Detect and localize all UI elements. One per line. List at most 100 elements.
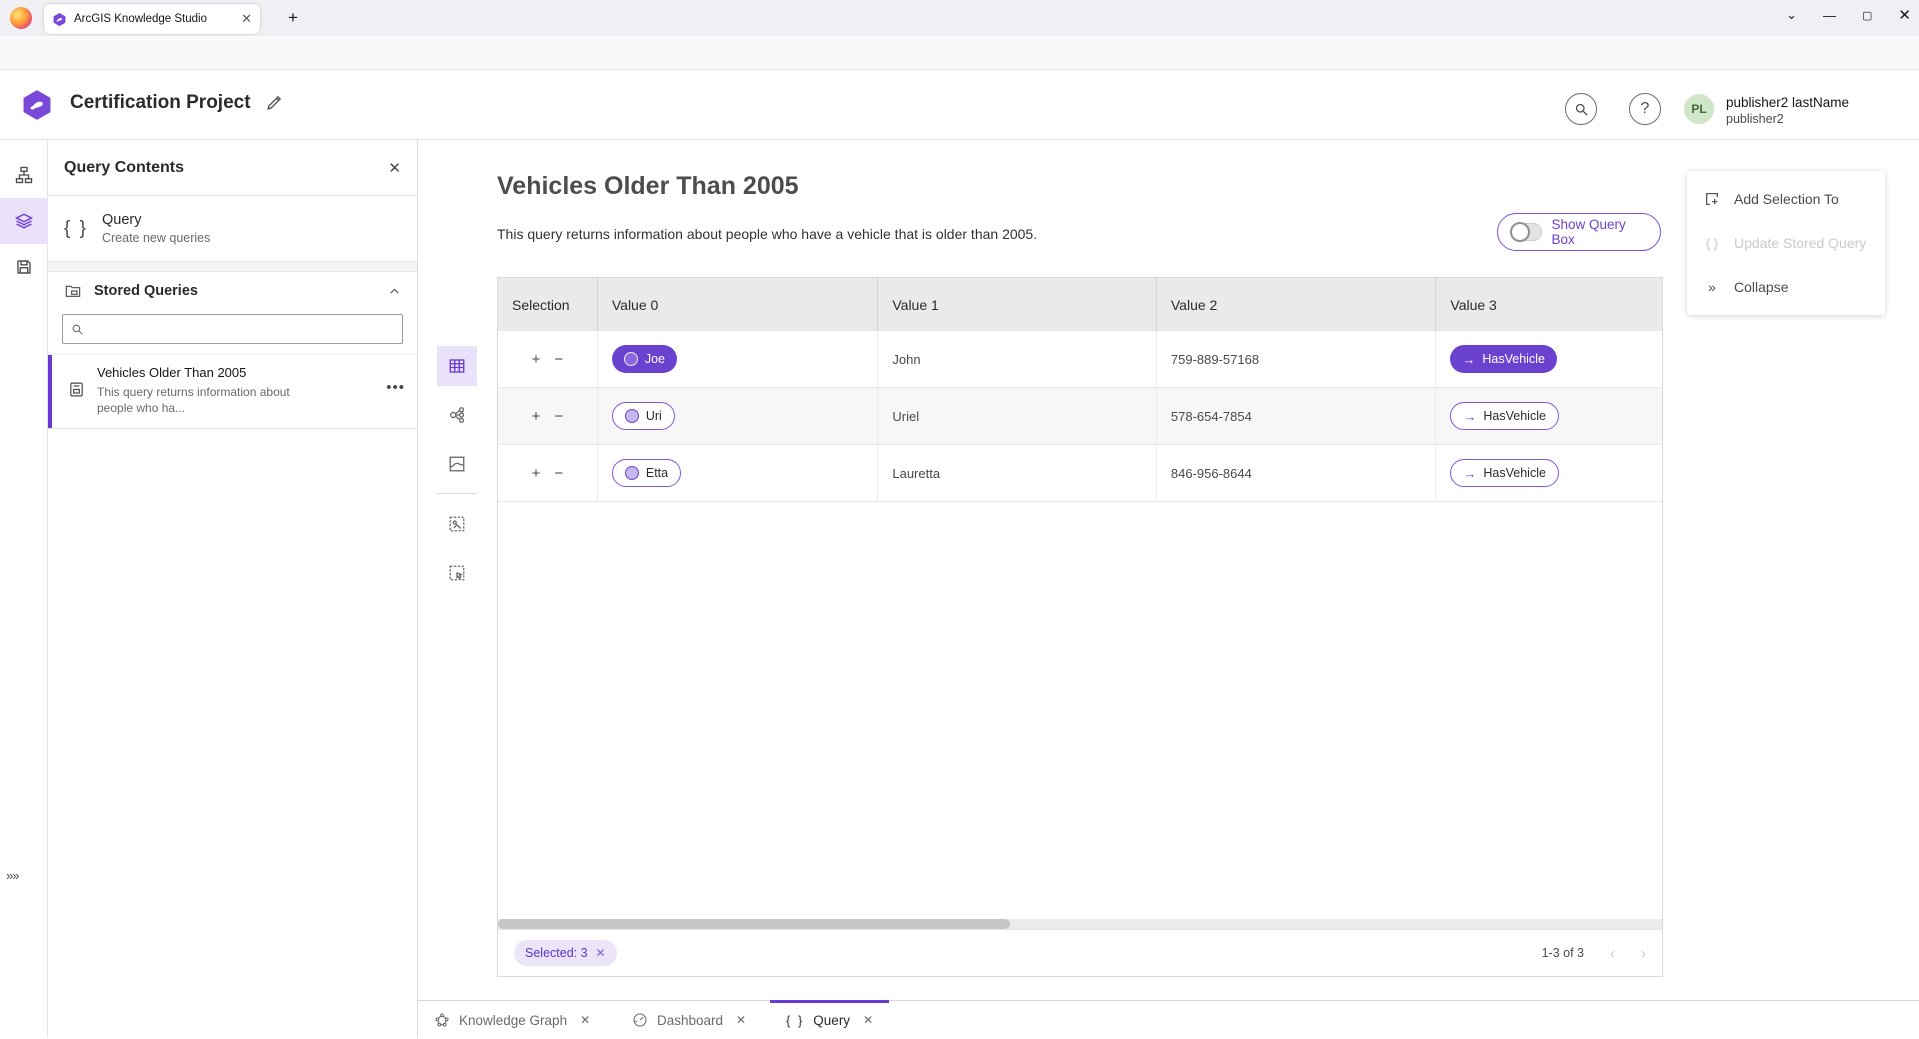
- firefox-icon[interactable]: [10, 7, 32, 29]
- entity-pill[interactable]: Etta: [612, 459, 681, 487]
- stored-queries-search-input[interactable]: [90, 322, 394, 337]
- query-item-title: Query: [102, 212, 210, 228]
- app-header: Certification Project ? PL publisher2 la…: [0, 70, 1919, 140]
- expand-rail-icon[interactable]: »»: [6, 868, 18, 883]
- user-name-block[interactable]: publisher2 lastName publisher2: [1726, 95, 1849, 127]
- cell-value[interactable]: 846-956-8644: [1157, 445, 1437, 501]
- stored-queries-header[interactable]: Stored Queries: [48, 272, 417, 310]
- show-query-box-toggle[interactable]: Show Query Box: [1497, 213, 1661, 251]
- clear-selection-icon[interactable]: ✕: [596, 946, 606, 960]
- view-toolbar: [437, 346, 477, 602]
- panel-close-icon[interactable]: ✕: [388, 159, 401, 177]
- selection-tools-button[interactable]: [437, 553, 477, 593]
- horizontal-scrollbar[interactable]: [498, 919, 1662, 929]
- column-header[interactable]: Value 2: [1157, 278, 1437, 331]
- sidebar-item-contents-tree[interactable]: [0, 152, 48, 198]
- add-selection-icon[interactable]: +: [532, 351, 541, 368]
- query-title: Vehicles Older Than 2005: [497, 172, 799, 201]
- table-footer: Selected: 3✕ 1-3 of 3 ‹ ›: [498, 929, 1662, 976]
- column-header[interactable]: Value 0: [598, 278, 879, 331]
- remove-selection-icon[interactable]: −: [554, 408, 563, 425]
- table-row[interactable]: +− Joe John 759-889-57168 →HasVehicle: [498, 331, 1662, 388]
- tab-close-icon[interactable]: ✕: [736, 1013, 746, 1027]
- stored-queries-title: Stored Queries: [94, 283, 376, 299]
- search-button[interactable]: [1565, 93, 1597, 125]
- stored-query-options-icon[interactable]: •••: [386, 379, 405, 396]
- table-view-button[interactable]: [437, 346, 477, 386]
- sidebar-item-layers[interactable]: [0, 198, 48, 244]
- project-title: Certification Project: [70, 92, 251, 114]
- braces-icon: { }: [1703, 236, 1721, 251]
- tab-dashboard[interactable]: Dashboard✕: [632, 1001, 746, 1039]
- tab-close-icon[interactable]: ✕: [241, 11, 252, 27]
- stored-query-doc-icon: [68, 381, 85, 398]
- cell-value[interactable]: Uriel: [878, 388, 1157, 444]
- table-row[interactable]: +− Uri Uriel 578-654-7854 →HasVehicle: [498, 388, 1662, 445]
- results-table: Selection Value 0 Value 1 Value 2 Value …: [497, 277, 1663, 977]
- sidebar-item-save[interactable]: [0, 244, 48, 290]
- tab-close-icon[interactable]: ✕: [863, 1013, 873, 1027]
- menu-item-update-stored-query[interactable]: { } Update Stored Query: [1687, 221, 1885, 265]
- layers-icon: [15, 212, 33, 230]
- toggle-knob[interactable]: [1510, 222, 1530, 242]
- braces-icon: { }: [64, 218, 88, 240]
- column-header[interactable]: Selection: [498, 278, 598, 331]
- tab-close-icon[interactable]: ✕: [580, 1013, 590, 1027]
- entity-dot-icon: [624, 352, 638, 366]
- panel-title: Query Contents: [64, 159, 388, 177]
- chevron-up-icon[interactable]: [388, 285, 401, 298]
- show-query-box-label: Show Query Box: [1551, 217, 1648, 247]
- entity-dot-icon: [625, 409, 639, 423]
- menu-item-add-selection-to[interactable]: Add Selection To: [1687, 177, 1885, 221]
- menu-item-collapse[interactable]: » Collapse: [1687, 265, 1885, 309]
- query-contents-panel: Query Contents ✕ { } Query Create new qu…: [48, 140, 418, 1038]
- new-tab-icon[interactable]: +: [288, 8, 298, 28]
- help-button[interactable]: ?: [1629, 93, 1661, 125]
- relationship-pill[interactable]: →HasVehicle: [1450, 402, 1559, 430]
- column-header[interactable]: Value 1: [878, 278, 1157, 331]
- context-menu: Add Selection To { } Update Stored Query…: [1687, 171, 1885, 315]
- toggle-track[interactable]: [1510, 223, 1542, 241]
- page-next-icon[interactable]: ›: [1641, 945, 1646, 962]
- cell-value[interactable]: 578-654-7854: [1157, 388, 1437, 444]
- map-view-button[interactable]: [437, 444, 477, 484]
- add-to-map-icon: [448, 515, 466, 533]
- link-nodes-icon: [448, 406, 466, 424]
- remove-selection-icon[interactable]: −: [554, 465, 563, 482]
- table-row[interactable]: +− Etta Lauretta 846-956-8644 →HasVehicl…: [498, 445, 1662, 502]
- add-selection-icon[interactable]: +: [532, 408, 541, 425]
- window-close-icon[interactable]: ✕: [1898, 6, 1911, 24]
- entity-pill[interactable]: Joe: [612, 345, 677, 373]
- query-create-item[interactable]: { } Query Create new queries: [48, 196, 417, 262]
- tab-query[interactable]: { } Query✕: [786, 1001, 873, 1039]
- user-name: publisher2 lastName: [1726, 95, 1849, 111]
- edit-pencil-icon[interactable]: [266, 94, 283, 111]
- add-selection-icon[interactable]: +: [532, 465, 541, 482]
- window-maximize-icon[interactable]: ▢: [1862, 9, 1872, 22]
- window-minimize-icon[interactable]: —: [1823, 8, 1836, 23]
- avatar[interactable]: PL: [1684, 94, 1714, 124]
- scrollbar-thumb[interactable]: [498, 919, 1010, 929]
- add-to-map-button[interactable]: [437, 504, 477, 544]
- list-tabs-icon[interactable]: ⌄: [1786, 7, 1797, 23]
- browser-tab-title: ArcGIS Knowledge Studio: [74, 13, 234, 25]
- cell-value[interactable]: John: [878, 331, 1157, 387]
- link-chart-view-button[interactable]: [437, 395, 477, 435]
- remove-selection-icon[interactable]: −: [554, 351, 563, 368]
- browser-tab[interactable]: ArcGIS Knowledge Studio ✕: [44, 4, 260, 34]
- selected-count-chip[interactable]: Selected: 3✕: [514, 940, 617, 966]
- relationship-pill[interactable]: →HasVehicle: [1450, 459, 1559, 487]
- stored-queries-folder-icon: [64, 283, 82, 299]
- stored-queries-search[interactable]: [62, 314, 403, 344]
- page-previous-icon[interactable]: ‹: [1610, 945, 1615, 962]
- cell-value[interactable]: Lauretta: [878, 445, 1157, 501]
- column-header[interactable]: Value 3: [1436, 278, 1662, 331]
- dashboard-gauge-icon: [632, 1012, 648, 1028]
- tab-knowledge-graph[interactable]: Knowledge Graph✕: [434, 1001, 590, 1039]
- relationship-pill[interactable]: →HasVehicle: [1450, 345, 1557, 373]
- query-item-subtitle: Create new queries: [102, 231, 210, 245]
- entity-pill[interactable]: Uri: [612, 402, 675, 430]
- cell-value[interactable]: 759-889-57168: [1157, 331, 1437, 387]
- stored-query-item[interactable]: Vehicles Older Than 2005 This query retu…: [48, 354, 417, 429]
- user-subtitle: publisher2: [1726, 111, 1849, 127]
